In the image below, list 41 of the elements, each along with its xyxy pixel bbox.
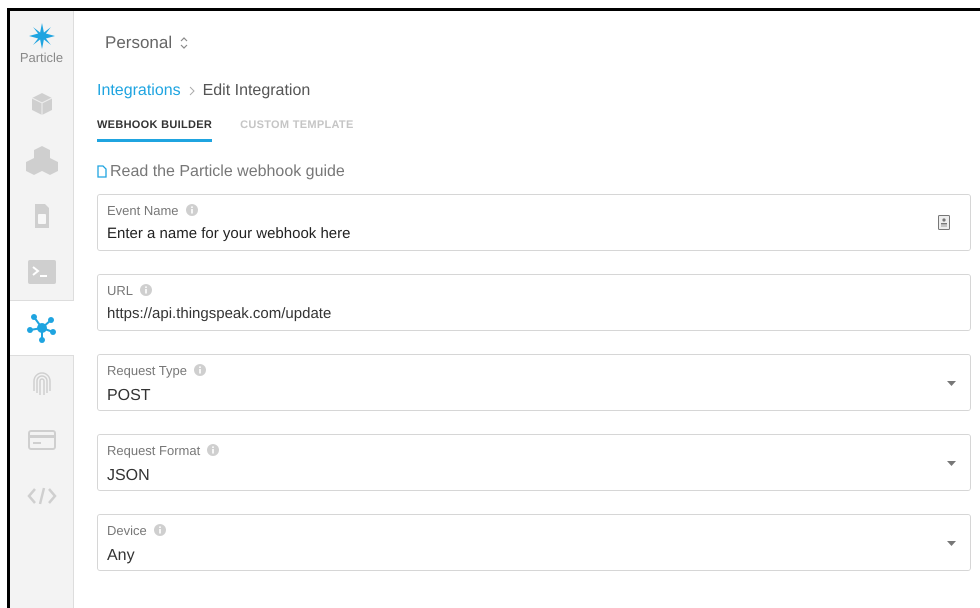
info-icon <box>194 364 206 376</box>
select-field[interactable]: Request Format JSON <box>97 434 971 490</box>
code-icon <box>26 486 56 506</box>
field-label: URL <box>107 282 134 300</box>
logo-text: Particle <box>20 51 64 64</box>
logo-icon <box>28 23 54 49</box>
select-value: Any <box>107 546 136 566</box>
dropdown-arrow-icon <box>947 460 956 466</box>
placeholder-text: Enter a name for your webhook here <box>107 224 352 244</box>
network-icon <box>27 313 57 343</box>
credit-card-icon <box>28 430 56 450</box>
select-field[interactable]: Request Type POST <box>97 354 971 410</box>
cube-icon <box>30 92 52 116</box>
dropdown-arrow-icon <box>947 380 956 386</box>
field-label: Event Name <box>107 202 179 220</box>
select-value: POST <box>107 386 152 406</box>
guide-link[interactable]: Read the Particle webhook guide <box>97 160 971 184</box>
select-field[interactable]: Device Any <box>97 514 971 570</box>
sort-icon <box>180 37 188 49</box>
dropdown-arrow-icon <box>947 540 956 546</box>
info-icon <box>207 444 220 456</box>
field-value: https://api.thingspeak.com/update <box>107 304 332 324</box>
sim-card-icon <box>34 203 50 229</box>
fingerprint-icon <box>32 371 52 397</box>
breadcrumb-current: Edit Integration <box>202 81 310 101</box>
info-icon <box>140 284 152 296</box>
document-icon <box>97 165 107 178</box>
field-label: Device <box>107 522 147 540</box>
field-label: Request Type <box>107 362 187 380</box>
terminal-icon <box>28 260 56 284</box>
field-label: Request Format <box>107 442 200 460</box>
input-field[interactable]: URL https://api.thingspeak.com/update <box>97 274 971 330</box>
info-icon <box>154 524 166 536</box>
tab[interactable]: WEBHOOK BUILDER <box>97 117 212 142</box>
cubes-icon <box>26 145 58 175</box>
select-value: JSON <box>107 466 151 486</box>
input-field[interactable]: Event Name Enter a name for your webhook here <box>97 194 971 250</box>
info-icon <box>186 204 198 216</box>
account-switcher[interactable]: Personal <box>105 30 188 56</box>
chevron-icon <box>188 86 195 96</box>
sidebar-item[interactable] <box>10 300 74 356</box>
